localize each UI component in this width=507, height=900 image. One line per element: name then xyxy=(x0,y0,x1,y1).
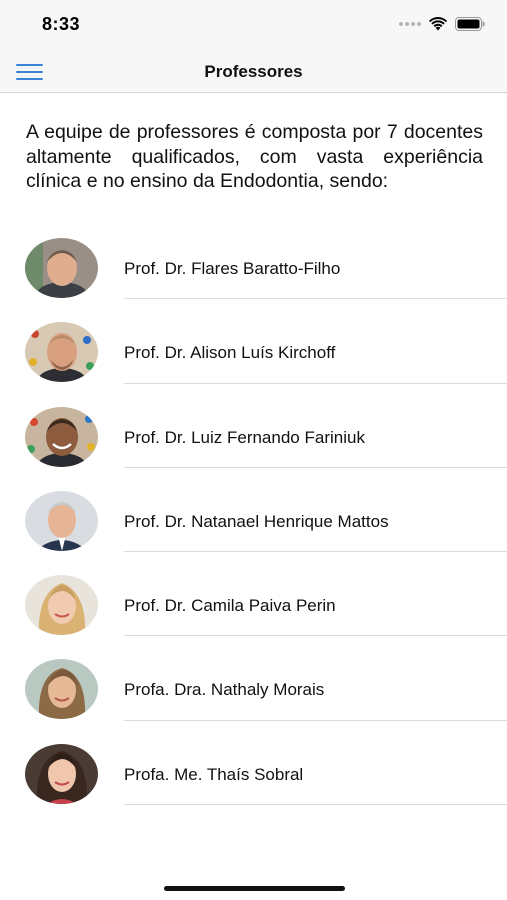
page-title: Professores xyxy=(204,62,303,81)
divider xyxy=(124,298,507,300)
signal-icon xyxy=(399,22,421,26)
portrait-woman-2-icon xyxy=(25,659,98,720)
portrait-man-1-icon xyxy=(25,238,98,298)
professor-item[interactable]: Prof. Dr. Flares Baratto-Filho xyxy=(0,227,507,311)
avatar xyxy=(25,406,98,467)
professor-name: Prof. Dr. Camila Paiva Perin xyxy=(124,596,336,616)
avatar xyxy=(25,743,98,804)
professor-item[interactable]: Profa. Me. Thaís Sobral xyxy=(0,733,507,817)
wifi-icon xyxy=(429,17,447,31)
portrait-woman-1-icon xyxy=(25,575,98,636)
divider xyxy=(124,804,507,806)
professor-list: Prof. Dr. Flares Baratto-Filho Prof. Dr.… xyxy=(0,227,507,817)
home-indicator[interactable] xyxy=(164,886,345,891)
battery-icon xyxy=(455,17,485,31)
intro-text: A equipe de professores é composta por 7… xyxy=(26,121,483,192)
status-icons xyxy=(399,17,485,31)
professor-item[interactable]: Prof. Dr. Natanael Henrique Mattos xyxy=(0,480,507,564)
professor-name: Prof. Dr. Natanael Henrique Mattos xyxy=(124,511,389,531)
professor-name: Prof. Dr. Flares Baratto-Filho xyxy=(124,259,341,278)
professor-name: Profa. Dra. Nathaly Morais xyxy=(124,680,325,700)
divider xyxy=(124,551,507,553)
portrait-man-3-icon xyxy=(25,406,98,467)
navigation-bar: Professores xyxy=(0,50,507,93)
portrait-man-2-icon xyxy=(25,322,98,383)
professor-item[interactable]: Prof. Dr. Camila Paiva Perin xyxy=(0,564,507,648)
avatar xyxy=(25,659,98,720)
portrait-man-4-icon xyxy=(25,490,98,551)
avatar xyxy=(25,490,98,551)
divider xyxy=(124,466,507,468)
avatar xyxy=(25,322,98,383)
professor-item[interactable]: Prof. Dr. Alison Luís Kirchoff xyxy=(0,311,507,395)
divider xyxy=(124,635,507,637)
portrait-woman-3-icon xyxy=(25,743,98,804)
professor-item[interactable]: Prof. Dr. Luiz Fernando Fariniuk xyxy=(0,396,507,480)
status-time: 8:33 xyxy=(42,14,81,34)
professor-name: Prof. Dr. Luiz Fernando Fariniuk xyxy=(124,427,365,447)
avatar xyxy=(25,575,98,636)
divider xyxy=(124,719,507,721)
professor-name: Prof. Dr. Alison Luís Kirchoff xyxy=(124,343,336,363)
divider xyxy=(124,382,507,384)
professor-name: Profa. Me. Thaís Sobral xyxy=(124,764,304,784)
avatar xyxy=(25,238,98,298)
professor-item[interactable]: Profa. Dra. Nathaly Morais xyxy=(0,648,507,732)
status-bar: 8:33 xyxy=(0,0,507,50)
